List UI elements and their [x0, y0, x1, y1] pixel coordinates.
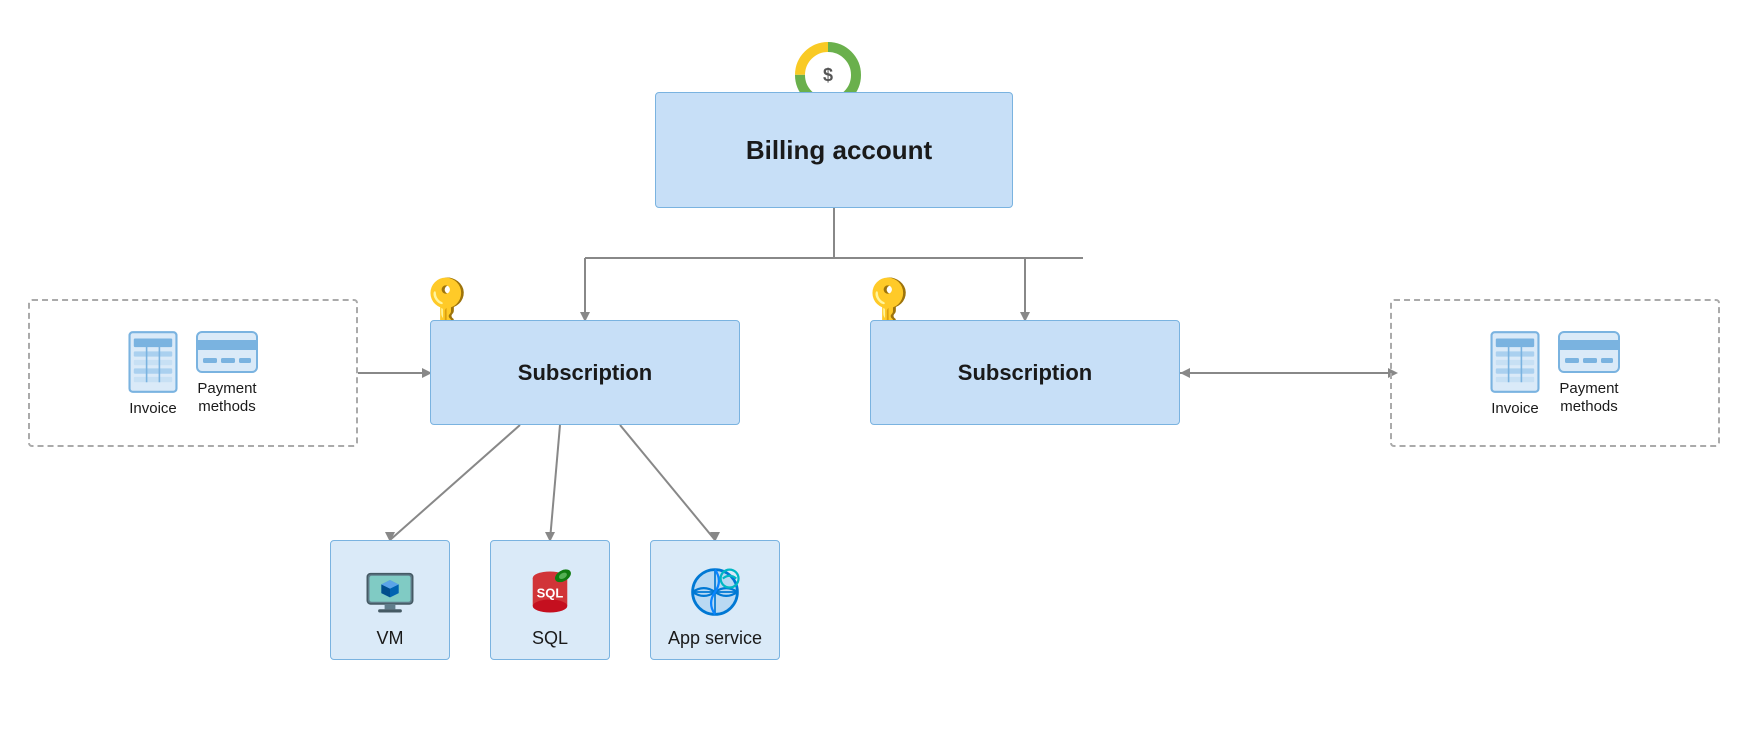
invoice-left-label: Invoice: [129, 400, 177, 417]
payment-methods-left-label: Payment methods: [197, 380, 256, 416]
vm-icon: [360, 562, 420, 622]
vm-label: VM: [377, 628, 404, 649]
invoice-left: Invoice: [127, 330, 179, 417]
billing-account-box: Billing account: [655, 92, 1013, 208]
payment-methods-right-label: Payment methods: [1559, 380, 1618, 416]
invoice-payment-right-box: Invoice Payment methods: [1390, 299, 1720, 447]
invoice-right: Invoice: [1489, 330, 1541, 417]
svg-text:SQL: SQL: [537, 585, 564, 600]
sql-label: SQL: [532, 628, 568, 649]
app-service-icon: [685, 562, 745, 622]
svg-text:$: $: [823, 65, 833, 85]
app-service-resource-box: App service: [650, 540, 780, 660]
sql-resource-box: SQL SQL: [490, 540, 610, 660]
invoice-right-label: Invoice: [1491, 400, 1539, 417]
subscription-box-right: Subscription: [870, 320, 1180, 425]
subscription-label-left: Subscription: [518, 360, 652, 386]
payment-methods-right: Payment methods: [1557, 330, 1621, 416]
invoice-payment-left-box: Invoice Payment methods: [28, 299, 358, 447]
diagram-container: $ Billing account 🔑 Subscription 🔑 Subsc…: [0, 0, 1758, 741]
app-service-label: App service: [668, 628, 762, 649]
billing-account-label: Billing account: [746, 135, 932, 166]
payment-methods-left: Payment methods: [195, 330, 259, 416]
subscription-box-left: Subscription: [430, 320, 740, 425]
sql-icon: SQL: [520, 562, 580, 622]
vm-resource-box: VM: [330, 540, 450, 660]
subscription-label-right: Subscription: [958, 360, 1092, 386]
